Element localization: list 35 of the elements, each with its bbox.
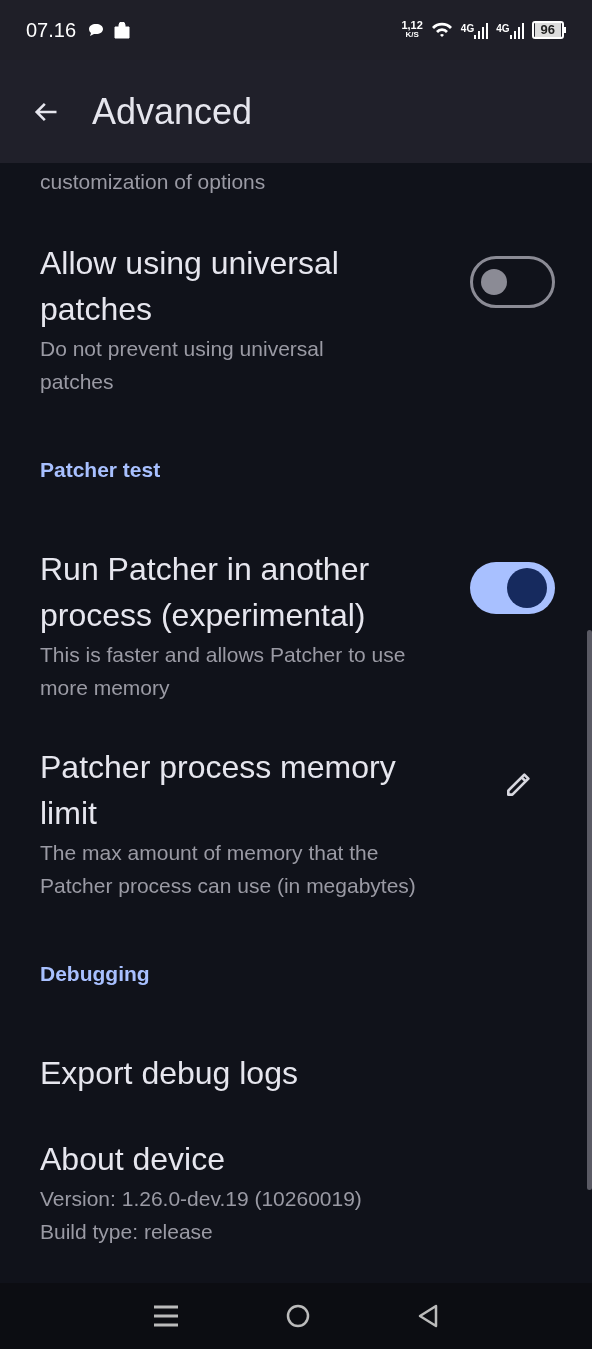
setting-title: Run Patcher in another process (experimental) (40, 550, 371, 635)
setting-row[interactable]: Allow using universal patches Do not prevent using universal patches (0, 220, 587, 418)
setting-description: Do not prevent using universal patches (40, 336, 325, 395)
chat-icon (88, 23, 105, 37)
signal-icon (509, 21, 524, 39)
setting-description: customization of options (40, 169, 267, 195)
setting-title: Patcher process memory limit (40, 748, 397, 833)
setting-title: Export debug logs (40, 1054, 299, 1093)
status-time: 07.16 (26, 18, 77, 43)
screen-title: Advanced (92, 89, 253, 134)
setting-row[interactable]: Run Patcher in another process (experimental) This is faster and allows Patcher to use more memory (0, 526, 587, 724)
setting-row[interactable]: About device Version: 1.26.0-dev.19 (10260019) Build type: release (0, 1116, 587, 1268)
signal-icon (474, 21, 489, 39)
toggle-switch[interactable] (470, 256, 555, 308)
battery-indicator: 96 (531, 21, 566, 39)
device-info-line: Version: 1.26.0-dev.19 (10260019) (40, 1186, 363, 1212)
wifi-icon (430, 22, 453, 38)
toggle-switch[interactable] (470, 562, 555, 614)
section-header: Debugging (40, 962, 151, 986)
setting-title: About device (40, 1140, 226, 1179)
network-type: 4G (460, 22, 475, 36)
shopping-bag-icon (114, 21, 131, 39)
device-info-line: Build type: release (40, 1219, 214, 1245)
setting-description: The max amount of memory that the Patcher process can use (in megabytes) (40, 840, 417, 899)
home-icon[interactable] (286, 1304, 310, 1328)
menu-icon[interactable] (154, 1305, 178, 1327)
setting-title: Allow using universal patches (40, 244, 340, 329)
back-icon[interactable] (418, 1304, 438, 1328)
section-header: Patcher test (40, 458, 162, 482)
setting-description: This is faster and allows Patcher to use more memory (40, 642, 407, 701)
setting-row[interactable]: Export debug logs (0, 1030, 587, 1116)
network-speed: 1,12 (401, 20, 423, 30)
network-type: 4G (496, 22, 510, 36)
setting-row[interactable]: Patcher process memory limit The max amount of memory that the Patcher process can use (in megabytes) (0, 724, 587, 922)
network-speed-unit: K/S (405, 30, 419, 40)
